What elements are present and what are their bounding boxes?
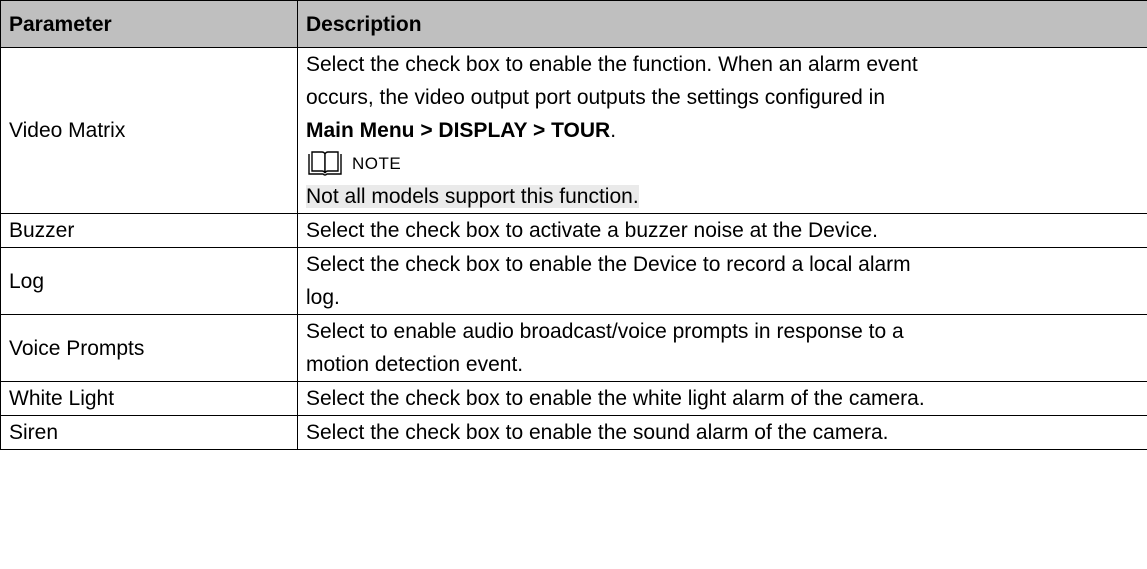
desc-log: Select the check box to enable the Devic… [297, 247, 1147, 315]
desc-line: Select the check box to enable the Devic… [306, 253, 911, 276]
note-heading: NOTE [306, 147, 1147, 180]
param-buzzer: Buzzer [0, 213, 298, 248]
param-white-light: White Light [0, 381, 298, 416]
table-row: White Light Select the check box to enab… [0, 381, 1147, 416]
param-log: Log [0, 247, 298, 315]
table-row: Voice Prompts Select to enable audio bro… [0, 314, 1147, 382]
table-row: Log Select the check box to enable the D… [0, 247, 1147, 315]
table-row: Siren Select the check box to enable the… [0, 415, 1147, 450]
param-voice-prompts: Voice Prompts [0, 314, 298, 382]
note-label: NOTE [352, 154, 402, 173]
desc-line: Select the check box to enable the funct… [306, 53, 918, 76]
desc-line: motion detection event. [306, 353, 524, 376]
desc-voice-prompts: Select to enable audio broadcast/voice p… [297, 314, 1147, 382]
menu-path-line: Main Menu > DISPLAY > TOUR. [306, 114, 1147, 147]
header-parameter: Parameter [0, 0, 298, 48]
desc-buzzer: Select the check box to activate a buzze… [297, 213, 1147, 248]
param-siren: Siren [0, 415, 298, 450]
desc-white-light: Select the check box to enable the white… [297, 381, 1147, 416]
menu-path: Main Menu > DISPLAY > TOUR [306, 119, 611, 142]
table-row: Video Matrix Select the check box to ena… [0, 47, 1147, 214]
header-description: Description [297, 0, 1147, 48]
book-icon [306, 150, 344, 178]
desc-video-matrix: Select the check box to enable the funct… [297, 47, 1147, 214]
table-row: Buzzer Select the check box to activate … [0, 213, 1147, 248]
desc-line: occurs, the video output port outputs th… [306, 86, 886, 109]
desc-line: Select to enable audio broadcast/voice p… [306, 320, 904, 343]
note-text: Not all models support this function. [306, 185, 639, 208]
param-video-matrix: Video Matrix [0, 47, 298, 214]
note-text-line: Not all models support this function. [306, 180, 1147, 213]
header-row: Parameter Description [0, 0, 1147, 48]
parameter-table: Parameter Description Video Matrix Selec… [0, 0, 1147, 450]
desc-line: log. [306, 286, 340, 309]
desc-siren: Select the check box to enable the sound… [297, 415, 1147, 450]
menu-path-period: . [610, 119, 617, 142]
